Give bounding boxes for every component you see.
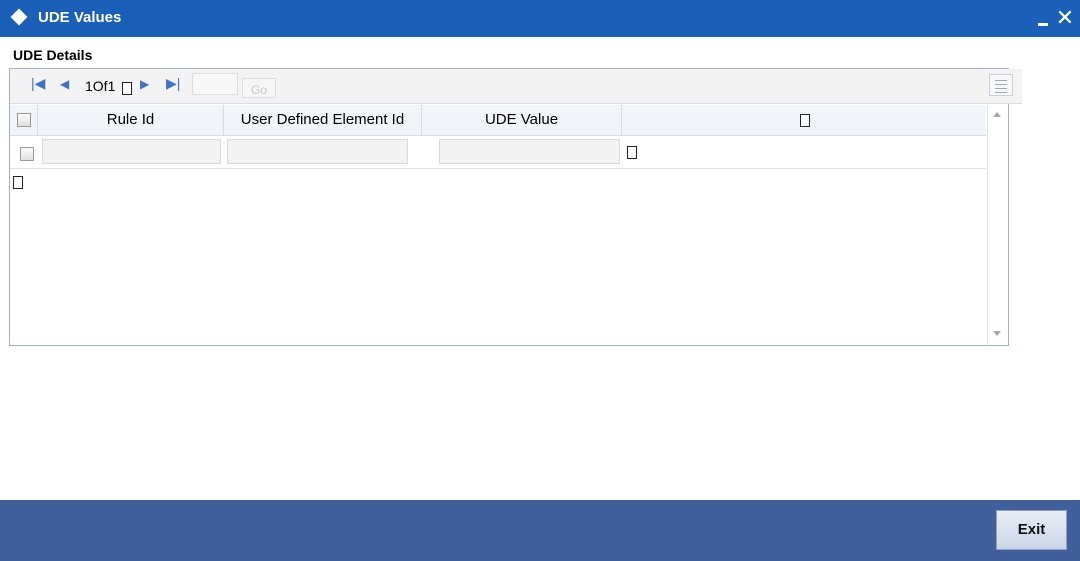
select-all-cell (10, 105, 38, 135)
user-defined-element-id-field[interactable] (227, 139, 408, 164)
app-diamond-icon (10, 8, 28, 26)
grid-vertical-scrollbar[interactable] (987, 105, 1008, 345)
current-page: 1 (85, 78, 93, 94)
placeholder-glyph-icon (800, 114, 810, 127)
scroll-down-arrow-icon[interactable] (993, 331, 1001, 336)
total-pages: 1 (107, 78, 116, 94)
last-page-icon[interactable]: ▶| (166, 75, 180, 92)
scroll-up-arrow-icon[interactable] (993, 112, 1001, 117)
ude-value-field[interactable] (439, 139, 620, 164)
placeholder-glyph-icon (122, 82, 132, 95)
exit-button[interactable]: Exit (996, 510, 1067, 550)
ude-details-grid: |◀ ◀ 1Of1 ▶ ▶| Go Rule Id User Defined E… (9, 68, 1022, 346)
previous-page-icon[interactable]: ◀ (60, 77, 69, 91)
window-title: UDE Values (38, 9, 122, 26)
column-header-user-defined-element-id[interactable]: User Defined Element Id (224, 105, 422, 135)
column-header-ude-value[interactable]: UDE Value (422, 105, 622, 135)
column-header-rule-id[interactable]: Rule Id (38, 105, 224, 135)
next-page-icon[interactable]: ▶ (140, 77, 149, 91)
placeholder-glyph-icon (627, 146, 637, 159)
pagination-toolbar: |◀ ◀ 1Of1 ▶ ▶| Go (10, 69, 1022, 104)
list-view-icon (995, 80, 1007, 81)
table-header-row: Rule Id User Defined Element Id UDE Valu… (10, 105, 986, 136)
close-x-icon: ✕ (1055, 5, 1075, 30)
select-all-checkbox[interactable] (17, 113, 31, 127)
table-row (10, 136, 986, 169)
column-header-extra (622, 105, 986, 135)
list-view-button[interactable] (989, 74, 1013, 96)
footer-bar: Exit (0, 500, 1080, 561)
go-button[interactable]: Go (242, 78, 276, 98)
section-title: UDE Details (13, 47, 93, 63)
page-indicator: 1Of1 (85, 78, 115, 94)
minimize-button[interactable] (1036, 6, 1052, 30)
row-select-checkbox[interactable] (20, 147, 34, 161)
page-of-label: Of (92, 78, 108, 94)
page-number-input[interactable] (192, 73, 238, 95)
minimize-icon (1038, 23, 1048, 26)
first-page-icon[interactable]: |◀ (31, 75, 45, 92)
placeholder-glyph-icon (13, 176, 23, 189)
rule-id-field[interactable] (42, 139, 221, 164)
window-titlebar: UDE Values ✕ (0, 0, 1080, 37)
close-button[interactable]: ✕ (1055, 5, 1075, 31)
